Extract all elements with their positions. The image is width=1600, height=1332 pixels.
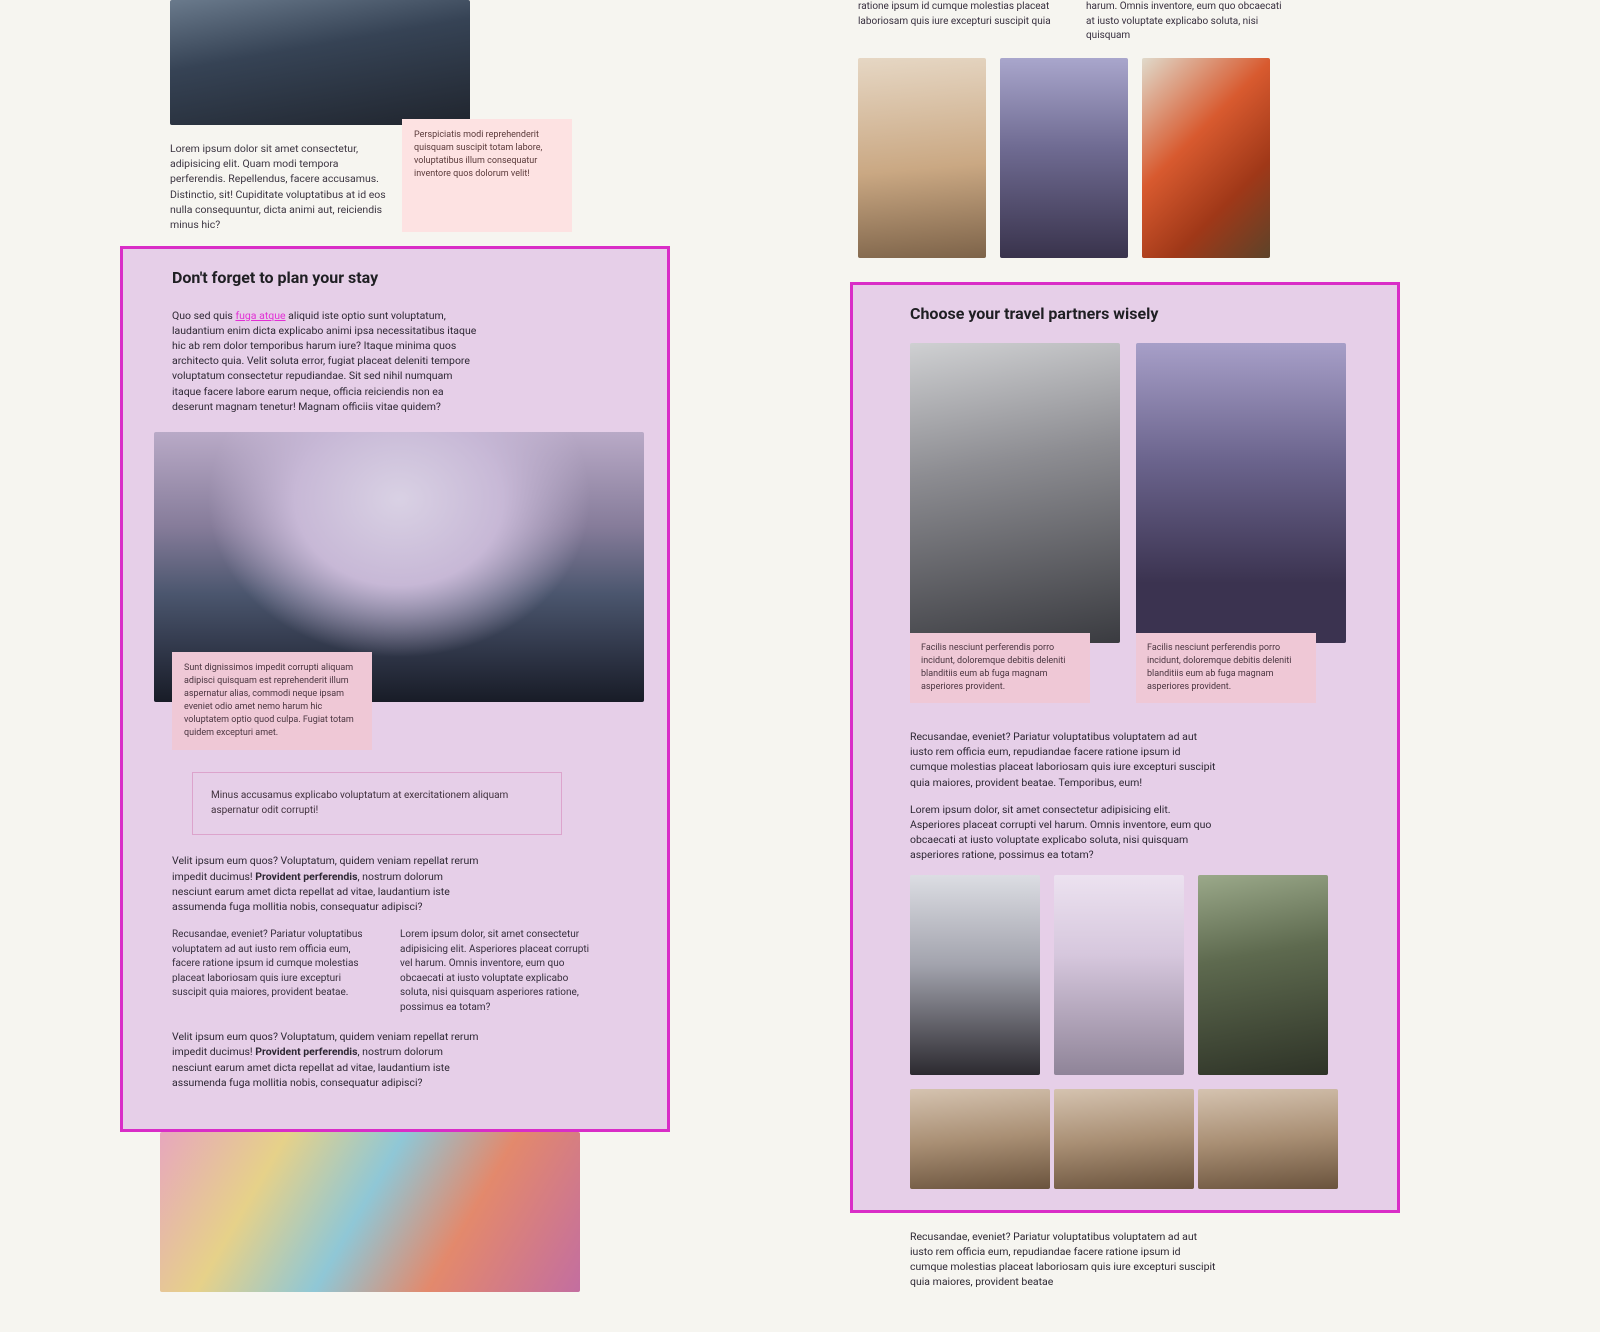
pair-image-overlook	[1136, 343, 1346, 643]
after-paragraph: Recusandae, eveniet? Pariatur voluptatib…	[910, 1229, 1220, 1290]
section-travel-partners: Choose your travel partners wisely Facil…	[850, 282, 1400, 1213]
pair-caption-a: Facilis nesciunt perferendis porro incid…	[910, 633, 1090, 703]
hero-image	[170, 0, 470, 125]
intro-text-post: aliquid iste optio sunt voluptatum, laud…	[172, 309, 476, 413]
section-intro: Quo sed quis fuga atque aliquid iste opt…	[172, 308, 482, 415]
col-a: Recusandae, eveniet? Pariatur voluptatib…	[172, 928, 372, 1015]
thumb-vegetables	[1142, 58, 1270, 258]
section-title: Choose your travel partners wisely	[910, 302, 1352, 325]
trio-row	[910, 875, 1352, 1075]
image-pair: Facilis nesciunt perferendis porro incid…	[910, 343, 1352, 703]
hero-paragraph: Lorem ipsum dolor sit amet consectetur, …	[170, 141, 390, 232]
wide-strip-row	[910, 1089, 1352, 1189]
body-para-2: Lorem ipsum dolor, sit amet consectetur …	[910, 802, 1220, 863]
pair-caption-b: Facilis nesciunt perferendis porro incid…	[1136, 633, 1316, 703]
right-column: ratione ipsum id cumque molestias placea…	[850, 0, 1400, 1290]
col-b: Lorem ipsum dolor, sit amet consectetur …	[400, 928, 600, 1015]
section-plan-stay: Don't forget to plan your stay Quo sed q…	[120, 246, 670, 1132]
strip-image-2	[1054, 1089, 1194, 1189]
section-para-1: Velit ipsum eum quos? Voluptatum, quidem…	[172, 853, 482, 914]
mountain-caption: Sunt dignissimos impedit corrupti aliqua…	[172, 652, 372, 750]
intro-link[interactable]: fuga atque	[235, 309, 285, 322]
thumb-portrait	[858, 58, 986, 258]
top-col-b: harum. Omnis inventore, eum quo obcaecat…	[1086, 0, 1286, 44]
trio-image-dog	[910, 875, 1040, 1075]
quote-block: Minus accusamus explicabo voluptatum at …	[192, 772, 562, 835]
colorful-street-image	[160, 1132, 580, 1292]
top-text-columns: ratione ipsum id cumque molestias placea…	[858, 0, 1400, 44]
strip-image-3	[1198, 1089, 1338, 1189]
hero-callout: Perspiciatis modi reprehenderit quisquam…	[402, 119, 572, 232]
two-column-text: Recusandae, eveniet? Pariatur voluptatib…	[172, 928, 630, 1015]
thumb-dusk-city	[1000, 58, 1128, 258]
body-para-1: Recusandae, eveniet? Pariatur voluptatib…	[910, 729, 1220, 790]
section-body: Recusandae, eveniet? Pariatur voluptatib…	[910, 729, 1220, 863]
intro-text-pre: Quo sed quis	[172, 309, 235, 322]
left-column: Lorem ipsum dolor sit amet consectetur, …	[120, 0, 670, 1292]
section-para-2: Velit ipsum eum quos? Voluptatum, quidem…	[172, 1029, 482, 1090]
trio-image-track	[1198, 875, 1328, 1075]
section-title: Don't forget to plan your stay	[172, 266, 630, 289]
top-col-a: ratione ipsum id cumque molestias placea…	[858, 0, 1058, 44]
trio-image-cameras	[1054, 875, 1184, 1075]
pair-image-skater	[910, 343, 1120, 643]
strip-image-1	[910, 1089, 1050, 1189]
thumbnail-row	[858, 58, 1400, 258]
